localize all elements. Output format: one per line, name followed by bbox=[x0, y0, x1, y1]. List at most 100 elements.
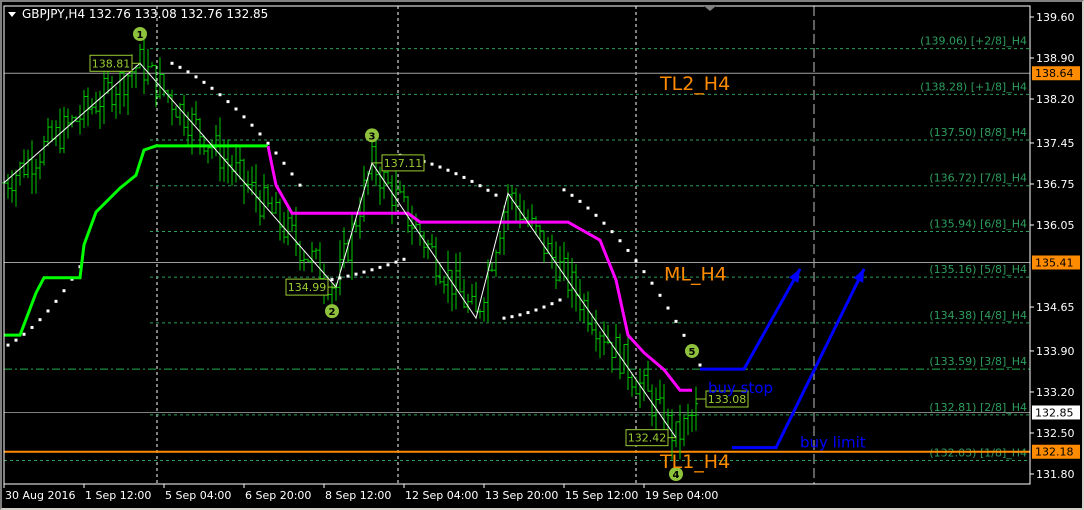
sar-dot bbox=[290, 172, 294, 176]
sar-dot bbox=[626, 248, 630, 252]
zigzag-price-label: 138.81 bbox=[92, 57, 131, 70]
murrey-level-label: (138.28) [+1/8]_H4 bbox=[920, 80, 1027, 93]
y-tick-label: 137.45 bbox=[1036, 137, 1075, 150]
sar-dot bbox=[446, 168, 450, 172]
y-tick-label: 131.80 bbox=[1036, 468, 1075, 481]
wave-number: 5 bbox=[689, 347, 696, 358]
sar-dot bbox=[698, 363, 702, 367]
zigzag-price-label: 137.11 bbox=[384, 157, 423, 170]
sar-dot bbox=[62, 289, 66, 293]
chart-text-object: ML_H4 bbox=[664, 264, 727, 286]
sar-dot bbox=[202, 80, 206, 84]
x-tick-label: 30 Aug 2016 bbox=[5, 489, 75, 502]
sar-dot bbox=[642, 270, 646, 274]
chart-text-object: buy stop bbox=[708, 379, 773, 397]
chart-text-object: buy limit bbox=[800, 434, 866, 452]
sar-dot bbox=[486, 188, 490, 192]
sar-dot bbox=[502, 316, 506, 320]
chart-text-object: TL1_H4 bbox=[659, 451, 730, 473]
sar-dot bbox=[54, 299, 58, 303]
sar-dot bbox=[570, 193, 574, 197]
sar-dot bbox=[438, 165, 442, 169]
murrey-level-label: (134.38) [4/8]_H4 bbox=[929, 309, 1027, 322]
wave-number: 2 bbox=[329, 307, 336, 318]
murrey-level-label: (132.81) [2/8]_H4 bbox=[929, 401, 1027, 414]
sar-dot bbox=[666, 306, 670, 310]
murrey-level-label: (135.16) [5/8]_H4 bbox=[929, 263, 1027, 276]
sar-dot bbox=[378, 265, 382, 269]
sar-dot bbox=[558, 298, 562, 302]
sar-dot bbox=[682, 333, 686, 337]
sar-dot bbox=[22, 332, 26, 336]
sar-dot bbox=[658, 293, 662, 297]
y-tick-label: 136.05 bbox=[1036, 219, 1075, 232]
sar-dot bbox=[258, 132, 262, 136]
sar-dot bbox=[494, 193, 498, 197]
zigzag-price-label: 134.99 bbox=[288, 281, 327, 294]
price-tag-label: 138.64 bbox=[1035, 67, 1074, 80]
sar-dot bbox=[386, 263, 390, 267]
shift-marker-icon[interactable] bbox=[704, 6, 716, 11]
x-tick-label: 5 Sep 04:00 bbox=[165, 489, 231, 502]
murrey-level-label: (135.94) [6/8]_H4 bbox=[929, 217, 1027, 230]
sar-dot bbox=[250, 123, 254, 127]
sar-dot bbox=[526, 311, 530, 315]
price-tag-label: 132.85 bbox=[1035, 406, 1074, 419]
sar-dot bbox=[170, 61, 174, 65]
x-tick-label: 6 Sep 20:00 bbox=[245, 489, 311, 502]
sar-dot bbox=[178, 65, 182, 69]
y-tick-label: 139.60 bbox=[1036, 11, 1075, 24]
murrey-level-label: (133.59) [3/8]_H4 bbox=[929, 355, 1027, 368]
sar-dot bbox=[354, 272, 358, 276]
sar-dot bbox=[650, 281, 654, 285]
sar-dot bbox=[610, 230, 614, 234]
sar-dot bbox=[478, 184, 482, 188]
sar-dot bbox=[470, 179, 474, 183]
sar-dot bbox=[242, 115, 246, 119]
sar-dot bbox=[6, 343, 10, 347]
y-tick-label: 134.65 bbox=[1036, 301, 1075, 314]
sar-dot bbox=[594, 213, 598, 217]
sar-dot bbox=[634, 259, 638, 263]
y-tick-label: 136.75 bbox=[1036, 178, 1075, 191]
x-tick-label: 1 Sep 12:00 bbox=[85, 489, 151, 502]
sar-dot bbox=[394, 260, 398, 264]
sar-dot bbox=[562, 188, 566, 192]
sar-dot bbox=[550, 302, 554, 306]
sar-dot bbox=[578, 199, 582, 203]
sar-dot bbox=[346, 274, 350, 278]
sar-dot bbox=[586, 206, 590, 210]
x-tick-label: 12 Sep 04:00 bbox=[405, 489, 478, 502]
sar-dot bbox=[510, 315, 514, 319]
price-chart[interactable]: (139.06) [+2/8]_H4 (138.28) [+1/8]_H4 (137… bbox=[0, 0, 1084, 510]
zigzag-price-label: 132.42 bbox=[628, 432, 667, 445]
price-tag-label: 132.18 bbox=[1035, 446, 1074, 459]
sar-dot bbox=[542, 305, 546, 309]
y-tick-label: 133.90 bbox=[1036, 345, 1075, 358]
sar-dot bbox=[266, 141, 270, 145]
sar-dot bbox=[194, 75, 198, 79]
wave-number: 3 bbox=[369, 131, 376, 142]
collapse-triangle-icon[interactable] bbox=[8, 12, 16, 17]
murrey-level-label: (137.50) [8/8]_H4 bbox=[929, 126, 1027, 139]
sar-dot bbox=[534, 308, 538, 312]
y-tick-label: 132.50 bbox=[1036, 427, 1075, 440]
sar-dot bbox=[282, 161, 286, 165]
murrey-level-label: (136.72) [7/8]_H4 bbox=[929, 172, 1027, 185]
sar-dot bbox=[462, 175, 466, 179]
sar-dot bbox=[430, 162, 434, 166]
sar-dot bbox=[14, 338, 18, 342]
sar-dot bbox=[226, 100, 230, 104]
sar-dot bbox=[402, 257, 406, 261]
chart-title: GBPJPY,H4 132.76 133.08 132.76 132.85 bbox=[22, 7, 268, 21]
murrey-level-label: (132.03) [1/8]_H4 bbox=[929, 447, 1027, 460]
sar-dot bbox=[46, 309, 50, 313]
y-tick-label: 138.20 bbox=[1036, 93, 1075, 106]
wave-number: 1 bbox=[137, 30, 144, 41]
x-tick-label: 15 Sep 12:00 bbox=[565, 489, 638, 502]
sar-dot bbox=[30, 325, 34, 329]
sar-dot bbox=[370, 268, 374, 272]
sar-dot bbox=[210, 86, 214, 90]
x-tick-label: 13 Sep 20:00 bbox=[485, 489, 558, 502]
x-tick-label: 8 Sep 12:00 bbox=[325, 489, 391, 502]
